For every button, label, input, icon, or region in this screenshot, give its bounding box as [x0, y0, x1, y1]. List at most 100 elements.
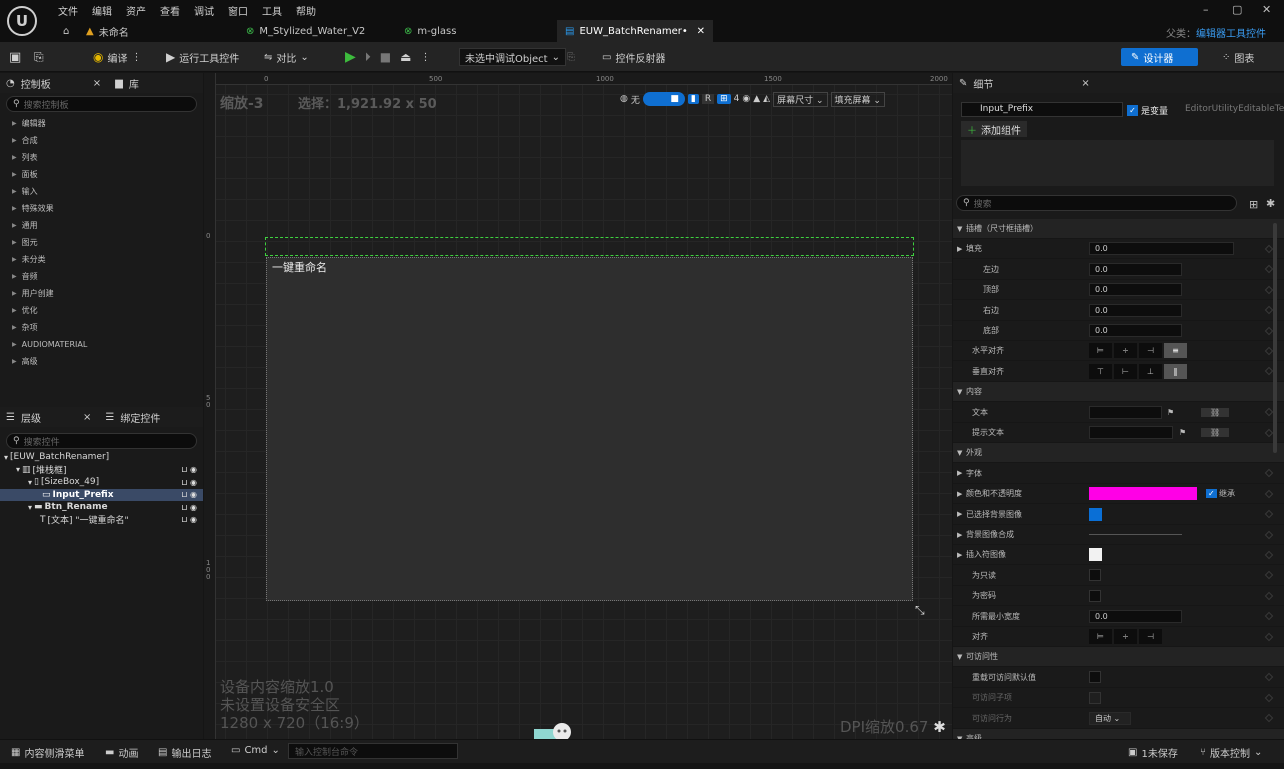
- expand-arrow-icon[interactable]: ▼: [957, 388, 962, 396]
- property-row[interactable]: 为只读: [953, 566, 1284, 586]
- screen-size-select[interactable]: 屏幕尺寸 ⌄: [773, 91, 828, 107]
- property-value-field[interactable]: 0.0: [1089, 609, 1182, 623]
- property-row[interactable]: 顶部 0.0: [953, 280, 1284, 301]
- hierarchy-item[interactable]: T [文本] "一键重命名" ⊔ ◉: [0, 514, 203, 527]
- grid-icon[interactable]: ⊞: [717, 94, 731, 104]
- parent-class-link[interactable]: 编辑器工具控件: [1196, 29, 1266, 40]
- save-icon[interactable]: ▣: [9, 48, 21, 66]
- widget-name-field[interactable]: Input_Prefix: [961, 102, 1123, 117]
- property-row[interactable]: 所需最小宽度 0.0: [953, 607, 1284, 627]
- details-search-input[interactable]: ⚲ 搜索: [956, 195, 1237, 211]
- property-row[interactable]: 重载可访问默认值: [953, 668, 1284, 688]
- localize-flag-icon[interactable]: ⚑: [1167, 408, 1174, 417]
- alignment-option-icon[interactable]: ⊣: [1139, 343, 1162, 359]
- lock-visibility-icon[interactable]: ⊔ ◉: [181, 515, 197, 524]
- bind-icon[interactable]: ⛓: [1201, 428, 1230, 437]
- alignment-option-icon[interactable]: ⊥: [1139, 363, 1162, 379]
- hierarchy-item[interactable]: ▭ Input_Prefix ⊔ ◉: [0, 488, 203, 501]
- close-tab-icon[interactable]: ×: [83, 412, 91, 423]
- expand-arrow-icon[interactable]: ▶: [957, 469, 962, 477]
- diff-button[interactable]: ⇋ 对比 ⌄: [264, 48, 309, 66]
- menu-item[interactable]: 查看: [160, 3, 180, 18]
- alignment-option-icon[interactable]: ⊨: [1089, 343, 1112, 359]
- reset-default-icon[interactable]: [1264, 550, 1274, 560]
- expand-arrow-icon[interactable]: ▼: [957, 449, 962, 457]
- menu-item[interactable]: 资产: [126, 3, 146, 18]
- r-toggle[interactable]: R: [701, 94, 715, 104]
- palette-category[interactable]: ▶ 未分类: [0, 251, 203, 268]
- property-value-field[interactable]: 0.0: [1089, 242, 1234, 256]
- debug-object-select[interactable]: 未选中调试Object ⌄: [459, 48, 566, 66]
- resize-handle-icon[interactable]: ⤡: [915, 603, 925, 618]
- tab-euw-batchrenamer[interactable]: ▤ EUW_BatchRenamer• ✕: [557, 20, 713, 42]
- palette-search-input[interactable]: ⚲ 搜索控制板: [6, 96, 197, 112]
- property-row[interactable]: 为密码: [953, 586, 1284, 607]
- stop-icon[interactable]: ■: [380, 50, 391, 64]
- reset-default-icon[interactable]: [1264, 285, 1274, 294]
- designer-button[interactable]: ✎ 设计器: [1121, 48, 1198, 66]
- property-row[interactable]: 可访问子项: [953, 688, 1284, 709]
- content-drawer-button[interactable]: ▦ 内容侧滑菜单: [11, 745, 84, 760]
- reset-default-icon[interactable]: [1264, 591, 1274, 600]
- reset-default-icon[interactable]: [1264, 326, 1274, 335]
- tab-home[interactable]: ⌂: [55, 20, 77, 42]
- hierarchy-item[interactable]: ▾ ▥ [堆栈框] ⊔ ◉: [0, 464, 203, 477]
- camera-icon[interactable]: ◉: [742, 94, 750, 104]
- lock-visibility-icon[interactable]: ⊔ ◉: [181, 490, 197, 499]
- property-row[interactable]: 可访问行为 自动 ⌄: [953, 709, 1284, 729]
- expand-arrow-icon[interactable]: ▶: [957, 531, 962, 539]
- property-row[interactable]: 左边 0.0: [953, 260, 1284, 280]
- palette-category[interactable]: ▶ 优化: [0, 302, 203, 319]
- alignment-option-icon[interactable]: ⊤: [1089, 363, 1112, 379]
- rename-button-widget[interactable]: 一键重命名: [266, 257, 913, 601]
- reset-default-icon[interactable]: [1264, 571, 1274, 580]
- menu-item[interactable]: 工具: [262, 3, 282, 18]
- globe-icon[interactable]: ◍: [620, 94, 628, 104]
- respect-locks-icon[interactable]: ▮: [687, 94, 699, 104]
- property-value-field[interactable]: 0.0: [1089, 324, 1182, 337]
- close-tab-icon[interactable]: ×: [1081, 78, 1089, 89]
- hierarchy-item[interactable]: ▾ ▬ Btn_Rename ⊔ ◉: [0, 501, 203, 514]
- lock-visibility-icon[interactable]: ⊔ ◉: [181, 465, 197, 474]
- expand-arrow-icon[interactable]: ▾: [28, 503, 32, 512]
- menu-item[interactable]: 文件: [58, 3, 78, 18]
- reset-default-icon[interactable]: [1264, 673, 1274, 682]
- close-tab-icon[interactable]: ✕: [697, 26, 705, 37]
- palette-category[interactable]: ▶ 音频: [0, 268, 203, 285]
- color-swatch[interactable]: [1089, 487, 1197, 501]
- expand-arrow-icon[interactable]: ▾: [16, 465, 20, 474]
- lock-visibility-icon[interactable]: ⊔ ◉: [181, 503, 197, 512]
- property-checkbox[interactable]: [1089, 569, 1101, 582]
- add-component-button[interactable]: ＋ 添加组件: [961, 121, 1027, 137]
- reset-default-icon[interactable]: [1264, 469, 1274, 478]
- run-widget-button[interactable]: ▶ 运行工具控件: [166, 48, 239, 66]
- property-row[interactable]: ▶ 颜色和不透明度 ✓ 继承: [953, 484, 1284, 505]
- property-row[interactable]: ▶ 插入符图像: [953, 545, 1284, 566]
- bind-icon[interactable]: ⛓: [1201, 407, 1230, 417]
- alignment-option-icon[interactable]: ⊢: [1114, 363, 1137, 379]
- output-log-button[interactable]: ▤ 输出日志: [158, 745, 211, 760]
- property-row[interactable]: 文本 ⚑ ⛓: [953, 403, 1284, 423]
- property-checkbox[interactable]: [1089, 671, 1101, 684]
- expand-arrow-icon[interactable]: ▾: [4, 453, 8, 462]
- close-window-button[interactable]: ✕: [1262, 3, 1271, 16]
- menu-item[interactable]: 窗口: [228, 3, 248, 18]
- property-row[interactable]: ▶ 字体: [953, 464, 1284, 484]
- hierarchy-item[interactable]: ▾ ▯ [SizeBox_49] ⊔ ◉: [0, 476, 203, 489]
- alignment-option-icon[interactable]: ⊣: [1139, 629, 1162, 644]
- hierarchy-search-input[interactable]: ⚲ 搜索控件: [6, 433, 197, 449]
- image-icon[interactable]: ▲: [753, 94, 760, 104]
- property-row[interactable]: 对齐 ⊨ ÷ ⊣: [953, 627, 1284, 647]
- palette-category[interactable]: ▶ 输入: [0, 183, 203, 200]
- palette-category[interactable]: ▶ 通用: [0, 217, 203, 234]
- property-row[interactable]: 垂直对齐 ⊤ ⊢ ⊥ ‖: [953, 362, 1284, 382]
- browse-icon[interactable]: ⎘: [34, 48, 44, 66]
- expand-arrow-icon[interactable]: ▼: [957, 653, 962, 661]
- color-swatch[interactable]: [1089, 548, 1102, 562]
- expand-arrow-icon[interactable]: ▶: [957, 510, 962, 518]
- unreal-logo-icon[interactable]: U: [7, 6, 37, 36]
- eject-icon[interactable]: ⏏: [400, 50, 411, 64]
- property-value-field[interactable]: 0.0: [1089, 303, 1182, 317]
- hierarchy-item[interactable]: ▾ [EUW_BatchRenamer]: [0, 451, 203, 464]
- alignment-option-icon[interactable]: ÷: [1114, 629, 1137, 644]
